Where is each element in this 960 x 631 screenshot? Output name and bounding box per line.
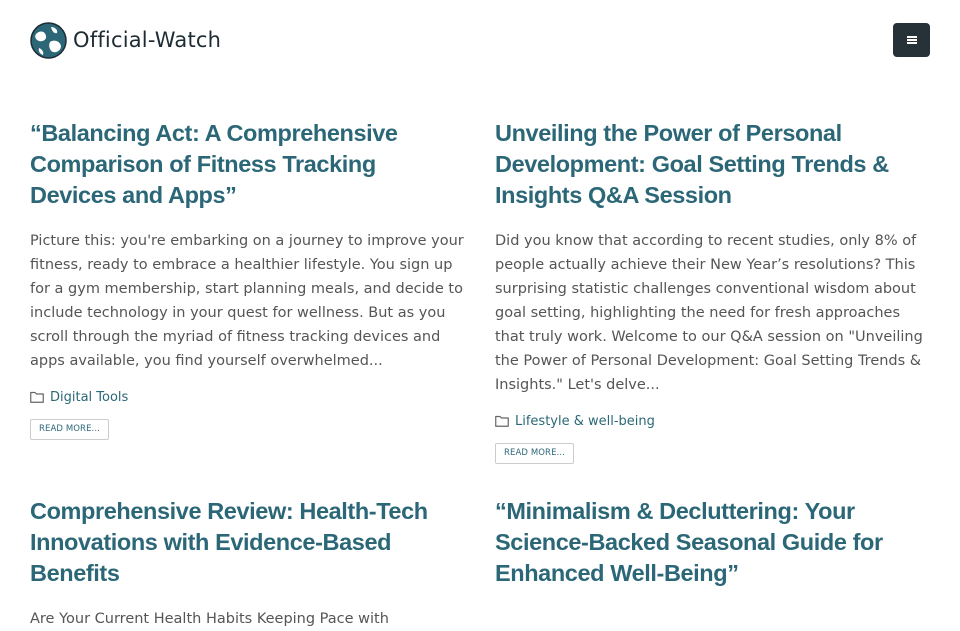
post-card: Comprehensive Review: Health-Tech Innova…	[30, 496, 465, 631]
post-list: “Balancing Act: A Comprehensive Comparis…	[30, 118, 930, 631]
category-link[interactable]: Digital Tools	[50, 390, 128, 405]
post-excerpt: Picture this: you're embarking on a jour…	[30, 233, 464, 369]
post-title-link[interactable]: Comprehensive Review: Health-Tech Innova…	[30, 496, 465, 589]
site-name: Official-Watch	[73, 28, 222, 52]
read-more-button[interactable]: READ MORE...	[30, 419, 109, 440]
hamburger-menu-icon	[906, 36, 917, 44]
read-more-button[interactable]: READ MORE...	[495, 443, 574, 464]
site-logo-link[interactable]: Official-Watch	[30, 21, 222, 59]
post-card: “Balancing Act: A Comprehensive Comparis…	[30, 118, 465, 464]
post-card: “Minimalism & Decluttering: Your Science…	[495, 496, 930, 631]
post-card: Unveiling the Power of Personal Developm…	[495, 118, 930, 464]
menu-toggle-button[interactable]	[893, 23, 930, 57]
folder-icon	[495, 415, 509, 427]
site-header: Official-Watch	[0, 0, 960, 80]
post-title-link[interactable]: “Balancing Act: A Comprehensive Comparis…	[30, 118, 465, 211]
category-link[interactable]: Lifestyle & well-being	[515, 414, 655, 429]
post-title-link[interactable]: “Minimalism & Decluttering: Your Science…	[495, 496, 930, 589]
post-category: Lifestyle & well-being	[495, 411, 930, 431]
post-excerpt: Are Your Current Health Habits Keeping P…	[30, 611, 389, 627]
globe-logo-icon	[30, 21, 67, 59]
post-title-link[interactable]: Unveiling the Power of Personal Developm…	[495, 118, 930, 211]
post-category: Digital Tools	[30, 387, 465, 407]
folder-icon	[30, 391, 44, 403]
post-excerpt: Did you know that according to recent st…	[495, 233, 923, 393]
